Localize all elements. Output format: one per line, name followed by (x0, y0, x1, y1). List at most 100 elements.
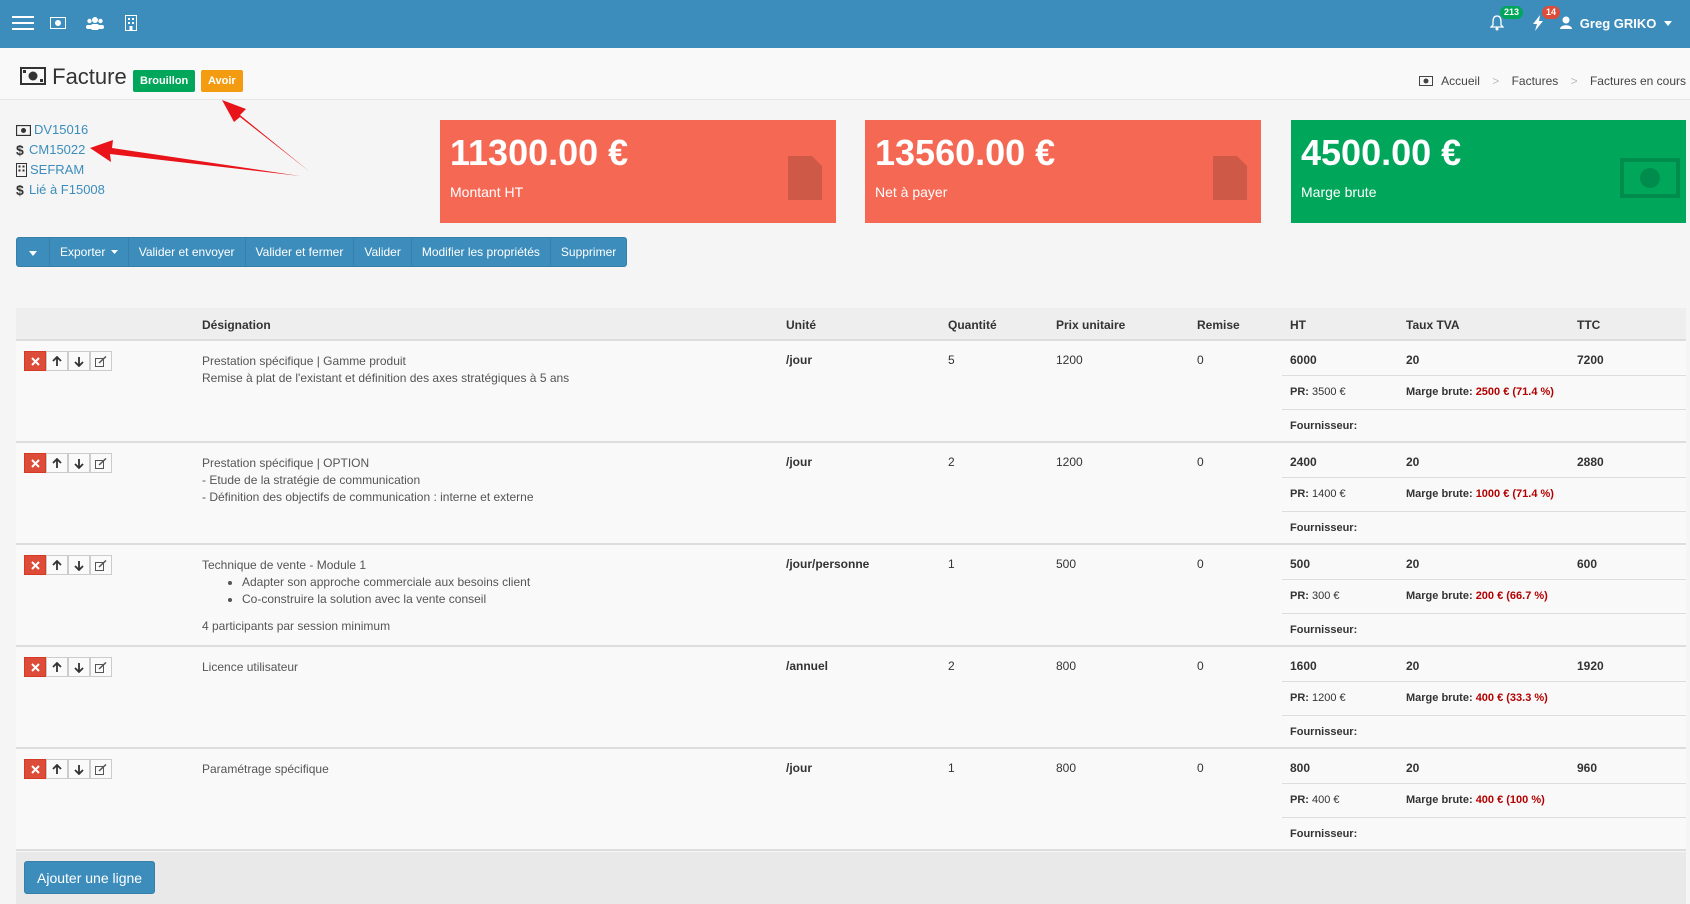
line-title: Prestation spécifique | Gamme produit (202, 354, 406, 368)
line-pr: 1400 € (1312, 488, 1346, 500)
edit-line-button[interactable] (90, 657, 112, 677)
edit-line-button[interactable] (90, 759, 112, 779)
line-unit: /jour (786, 353, 812, 367)
validate-close-button[interactable]: Valider et fermer (246, 238, 355, 266)
line-supplier-row: Fournisseur: (1282, 817, 1686, 851)
building-icon[interactable] (125, 15, 137, 34)
move-up-button[interactable] (46, 657, 68, 677)
line-supplier-row: Fournisseur: (1282, 409, 1686, 443)
menu-toggle-icon[interactable] (12, 15, 34, 34)
alerts[interactable]: 14 (1532, 6, 1561, 34)
arrow-up-icon (52, 355, 62, 366)
link-company[interactable]: SEFRAM (16, 160, 105, 180)
move-up-button[interactable] (46, 555, 68, 575)
add-line-button[interactable]: Ajouter une ligne (24, 861, 156, 894)
edit-properties-button[interactable]: Modifier les propriétés (412, 238, 551, 266)
link-order[interactable]: $ CM15022 (16, 140, 105, 160)
move-up-button[interactable] (46, 759, 68, 779)
edit-line-button[interactable] (90, 351, 112, 371)
link-company-text: SEFRAM (30, 162, 85, 177)
arrow-up-icon (52, 457, 62, 468)
delete-button[interactable]: Supprimer (551, 238, 626, 266)
bolt-icon (1533, 15, 1543, 31)
line-description: - Définition des objectifs de communicat… (202, 490, 534, 504)
table-row: Licence utilisateur /annuel 2 800 0 1600… (16, 647, 1686, 749)
validate-send-button[interactable]: Valider et envoyer (129, 238, 246, 266)
delete-line-button[interactable] (24, 351, 46, 371)
edit-icon (95, 661, 107, 673)
money-icon (16, 124, 31, 136)
line-qty: 1 (948, 761, 955, 775)
kpi-net-to-pay: 13560.00 € Net à payer (865, 120, 1261, 223)
notifications-count: 213 (1500, 6, 1524, 19)
line-cost-row: PR: 400 € Marge brute: 400 € (100 %) (1282, 783, 1686, 817)
kpi-gross-margin-value: 4500.00 € (1301, 132, 1462, 173)
line-margin: 400 € (33.3 %) (1475, 692, 1548, 704)
move-down-button[interactable] (68, 453, 90, 473)
users-icon[interactable] (86, 16, 104, 33)
arrow-down-icon (74, 458, 84, 469)
money-icon (1418, 76, 1433, 86)
line-cost-row: PR: 1200 € Marge brute: 400 € (33.3 %) (1282, 681, 1686, 715)
move-up-button[interactable] (46, 351, 68, 371)
line-title: Paramétrage spécifique (202, 762, 329, 776)
close-icon (30, 356, 40, 366)
line-designation: Technique de vente - Module 1 Adapter so… (202, 557, 530, 635)
line-vat: 20 (1406, 761, 1420, 775)
line-pr: 300 € (1312, 590, 1340, 602)
delete-line-button[interactable] (24, 657, 46, 677)
alerts-count: 14 (1542, 6, 1561, 19)
col-designation: Désignation (202, 318, 271, 332)
status-badge-draft: Brouillon (133, 70, 196, 92)
delete-line-button[interactable] (24, 555, 46, 575)
edit-line-button[interactable] (90, 453, 112, 473)
export-button[interactable]: Exporter (50, 238, 129, 266)
validate-button[interactable]: Valider (354, 238, 412, 266)
breadcrumb-invoices[interactable]: Factures (1512, 74, 1559, 88)
arrow-down-icon (74, 560, 84, 571)
col-unit-price: Prix unitaire (1056, 318, 1126, 332)
delete-line-button[interactable] (24, 759, 46, 779)
delete-line-button[interactable] (24, 453, 46, 473)
breadcrumb-home[interactable]: Accueil (1441, 74, 1480, 88)
line-vat: 20 (1406, 455, 1420, 469)
annotation-arrow (222, 100, 310, 172)
user-menu[interactable]: Greg GRIKO (1560, 16, 1672, 31)
line-discount: 0 (1197, 557, 1204, 571)
supplier-label: Fournisseur: (1290, 420, 1358, 432)
line-price: 1200 (1056, 455, 1083, 469)
line-designation: Prestation spécifique | Gamme produit Re… (202, 353, 569, 387)
money-icon[interactable] (50, 17, 66, 32)
line-ht: 500 (1290, 557, 1311, 571)
line-qty: 5 (948, 353, 955, 367)
line-description: Remise à plat de l'existant et définitio… (202, 371, 570, 385)
file-icon (788, 156, 822, 200)
move-down-button[interactable] (68, 555, 90, 575)
action-toolbar: Exporter Valider et envoyer Valider et f… (16, 237, 628, 267)
line-vat: 20 (1406, 659, 1420, 673)
table-header: Désignation Unité Quantité Prix unitaire… (16, 308, 1686, 341)
move-down-button[interactable] (68, 759, 90, 779)
margin-label: Marge brute: (1406, 590, 1473, 602)
breadcrumb-current: Factures en cours (1589, 74, 1686, 88)
line-cost-row: PR: 300 € Marge brute: 200 € (66.7 %) (1282, 579, 1686, 613)
line-pr: 3500 € (1312, 386, 1346, 398)
col-qty: Quantité (948, 318, 997, 332)
user-name: Greg GRIKO (1579, 16, 1657, 31)
supplier-label: Fournisseur: (1290, 624, 1358, 636)
link-order-text: CM15022 (29, 142, 86, 157)
table-row: Paramétrage spécifique /jour 1 800 0 800… (16, 749, 1686, 851)
edit-line-button[interactable] (90, 555, 112, 575)
link-quote[interactable]: DV15016 (16, 120, 105, 140)
arrow-up-icon (52, 661, 62, 672)
line-ht: 6000 (1290, 353, 1317, 367)
toolbar-dropdown-button[interactable] (17, 238, 50, 266)
move-up-button[interactable] (46, 453, 68, 473)
page-header: Facture Brouillon Avoir Accueil > Factur… (0, 48, 1690, 100)
line-unit: /jour (786, 455, 812, 469)
move-down-button[interactable] (68, 657, 90, 677)
move-down-button[interactable] (68, 351, 90, 371)
notifications[interactable]: 213 (1489, 6, 1524, 34)
link-linked-invoice[interactable]: $ Lié à F15008 (16, 180, 105, 200)
line-unit: /jour (786, 761, 812, 775)
